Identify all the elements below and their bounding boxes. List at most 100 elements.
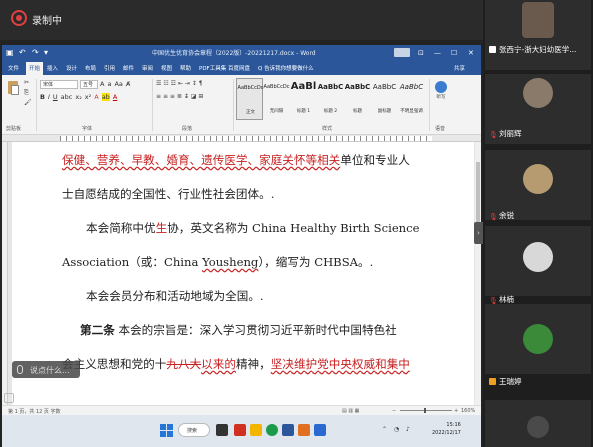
shrink-font-icon[interactable]: a [107,80,111,88]
participant-tile[interactable]: 🎙林楠 [485,226,591,305]
align-right-icon[interactable]: ≡ [170,93,175,100]
view-mode-icons[interactable]: ▤ ▥ ▦ [342,408,359,414]
participant-tile[interactable]: 张西宁-浙大妇幼医学... [485,0,591,70]
close-icon[interactable]: ✕ [468,50,474,57]
copy-icon[interactable]: ⎘ [24,89,29,98]
style-heading-1[interactable]: AaBl 标题 1 [290,78,317,120]
tab-help[interactable]: 帮助 [180,64,191,72]
line-spacing-icon[interactable]: ↨ [184,93,189,100]
superscript-icon[interactable]: x² [85,93,91,101]
style-title[interactable]: AaBbC 标题 [344,78,371,120]
tab-view[interactable]: 视图 [161,64,172,72]
file-explorer-icon[interactable] [250,424,262,436]
grow-font-icon[interactable]: A [100,80,104,88]
participant-tile[interactable]: 🎙余锐 [485,150,591,221]
style-normal[interactable]: AaBbCcDc 正文 [236,78,263,120]
underline-icon[interactable]: U [53,93,58,101]
windows-start-icon[interactable] [160,424,173,437]
shading-icon[interactable]: ◪ [191,93,197,100]
numbering-icon[interactable]: ☷ [163,80,168,87]
tab-mailings[interactable]: 邮件 [123,64,134,72]
participant-tile[interactable] [485,400,591,447]
style-no-spacing[interactable]: AaBbCcDc 无间隔 [263,78,290,120]
emoji-icon[interactable] [4,393,14,403]
tab-file[interactable]: 文件 [8,64,19,72]
chat-placeholder: 说点什么... [30,366,70,375]
participant-tile[interactable]: 🎙刘丽辉 [485,74,591,144]
dictate-button[interactable]: 听写 [432,81,450,121]
font-size-select[interactable]: 五号 [80,80,98,89]
app-icon[interactable] [298,424,310,436]
undo-icon[interactable]: ↶ [19,48,28,57]
tab-design[interactable]: 设计 [66,64,77,72]
chrome-icon[interactable] [266,424,278,436]
tab-references[interactable]: 引用 [104,64,115,72]
vertical-scrollbar[interactable] [475,142,481,405]
task-view-icon[interactable] [216,424,228,436]
save-icon[interactable]: ▣ [6,48,15,57]
ribbon-display-icon[interactable]: ⊡ [418,50,424,57]
network-icon[interactable]: ◔ [394,426,399,433]
tab-pdf-tools[interactable]: PDF工具集 [199,64,226,72]
sign-in-button[interactable] [394,48,410,57]
increase-indent-icon[interactable]: ⇥ [185,80,190,87]
zoom-slider-handle[interactable] [424,408,426,413]
style-subtitle[interactable]: AaBbC 副标题 [371,78,398,120]
decrease-indent-icon[interactable]: ⇤ [178,80,183,87]
screen: 录制中 ▣ ↶ ↷ ▾ 中国优生优育协会章程（2022版）-20221217.d… [0,0,593,447]
taskbar-search[interactable]: 搜索 [178,423,210,437]
redo-icon[interactable]: ↷ [32,48,41,57]
change-case-icon[interactable]: Aa [114,80,122,88]
app-icon[interactable] [234,424,246,436]
zoom-level[interactable]: 160% [461,408,475,414]
italic-icon[interactable]: I [48,93,50,101]
maximize-icon[interactable]: ☐ [451,50,457,57]
tab-baidu-netdisk[interactable]: 百度网盘 [228,64,250,72]
align-center-icon[interactable]: ≡ [163,93,168,100]
text-effects-icon[interactable]: A [94,93,98,101]
horizontal-ruler[interactable] [2,135,481,142]
word-icon[interactable] [282,424,294,436]
font-color-icon[interactable]: A [113,93,117,101]
zoom-out-icon[interactable]: − [392,408,396,414]
style-subtle-emphasis[interactable]: AaBbC 不明显强调 [398,78,425,120]
borders-icon[interactable]: ⊞ [198,93,203,100]
clear-format-icon[interactable]: A̸ [126,80,130,88]
participant-tile[interactable]: 王瑞婷 [485,304,591,386]
tab-review[interactable]: 审阅 [142,64,153,72]
tab-layout[interactable]: 布局 [85,64,96,72]
multilevel-icon[interactable]: ☲ [171,80,176,87]
tab-insert[interactable]: 插入 [47,64,58,72]
volume-icon[interactable]: ♪ [406,426,410,433]
bold-icon[interactable]: B [40,93,45,101]
format-painter-icon[interactable]: 🖌 [24,99,32,108]
subscript-icon[interactable]: x₂ [75,93,81,101]
customize-quick-access-icon[interactable]: ▾ [44,48,53,57]
strikethrough-icon[interactable]: abc [61,93,73,101]
zoom-slider[interactable] [400,410,452,411]
document-page[interactable]: 保健、营养、早教、婚育、遗传医学、家庭关怀等相关单位和专业人 士自愿结成的全国性… [12,142,474,405]
tray-chevron-icon[interactable]: ⌃ [382,426,387,433]
meeting-app-icon[interactable] [314,424,326,436]
ribbon-divider [36,79,37,131]
avatar [523,242,553,272]
show-marks-icon[interactable]: ¶ [199,80,203,87]
justify-icon[interactable]: ≣ [177,93,182,100]
bullets-icon[interactable]: ☰ [156,80,161,87]
share-button[interactable]: 共享 [454,64,465,72]
minimize-icon[interactable]: — [434,50,441,57]
align-left-icon[interactable]: ≡ [156,93,161,100]
font-name-select[interactable]: 宋体 [40,80,78,89]
ribbon-divider [233,79,234,131]
chat-input-pill[interactable]: 说点什么... [12,361,80,378]
collapse-panel-button[interactable]: › [474,222,483,244]
tell-me-search[interactable]: Q 告诉我你想要做什么 [258,64,314,72]
highlight-icon[interactable]: ab [101,93,110,101]
style-heading-2[interactable]: AaBbC 标题 2 [317,78,344,120]
cut-icon[interactable]: ✂ [24,79,29,88]
paste-icon[interactable] [6,79,20,99]
taskbar-clock[interactable]: 15:16 2022/12/17 [432,421,461,437]
sort-icon[interactable]: ↕ [192,80,197,87]
zoom-in-icon[interactable]: + [454,408,458,414]
tab-home[interactable]: 开始 [26,62,44,75]
